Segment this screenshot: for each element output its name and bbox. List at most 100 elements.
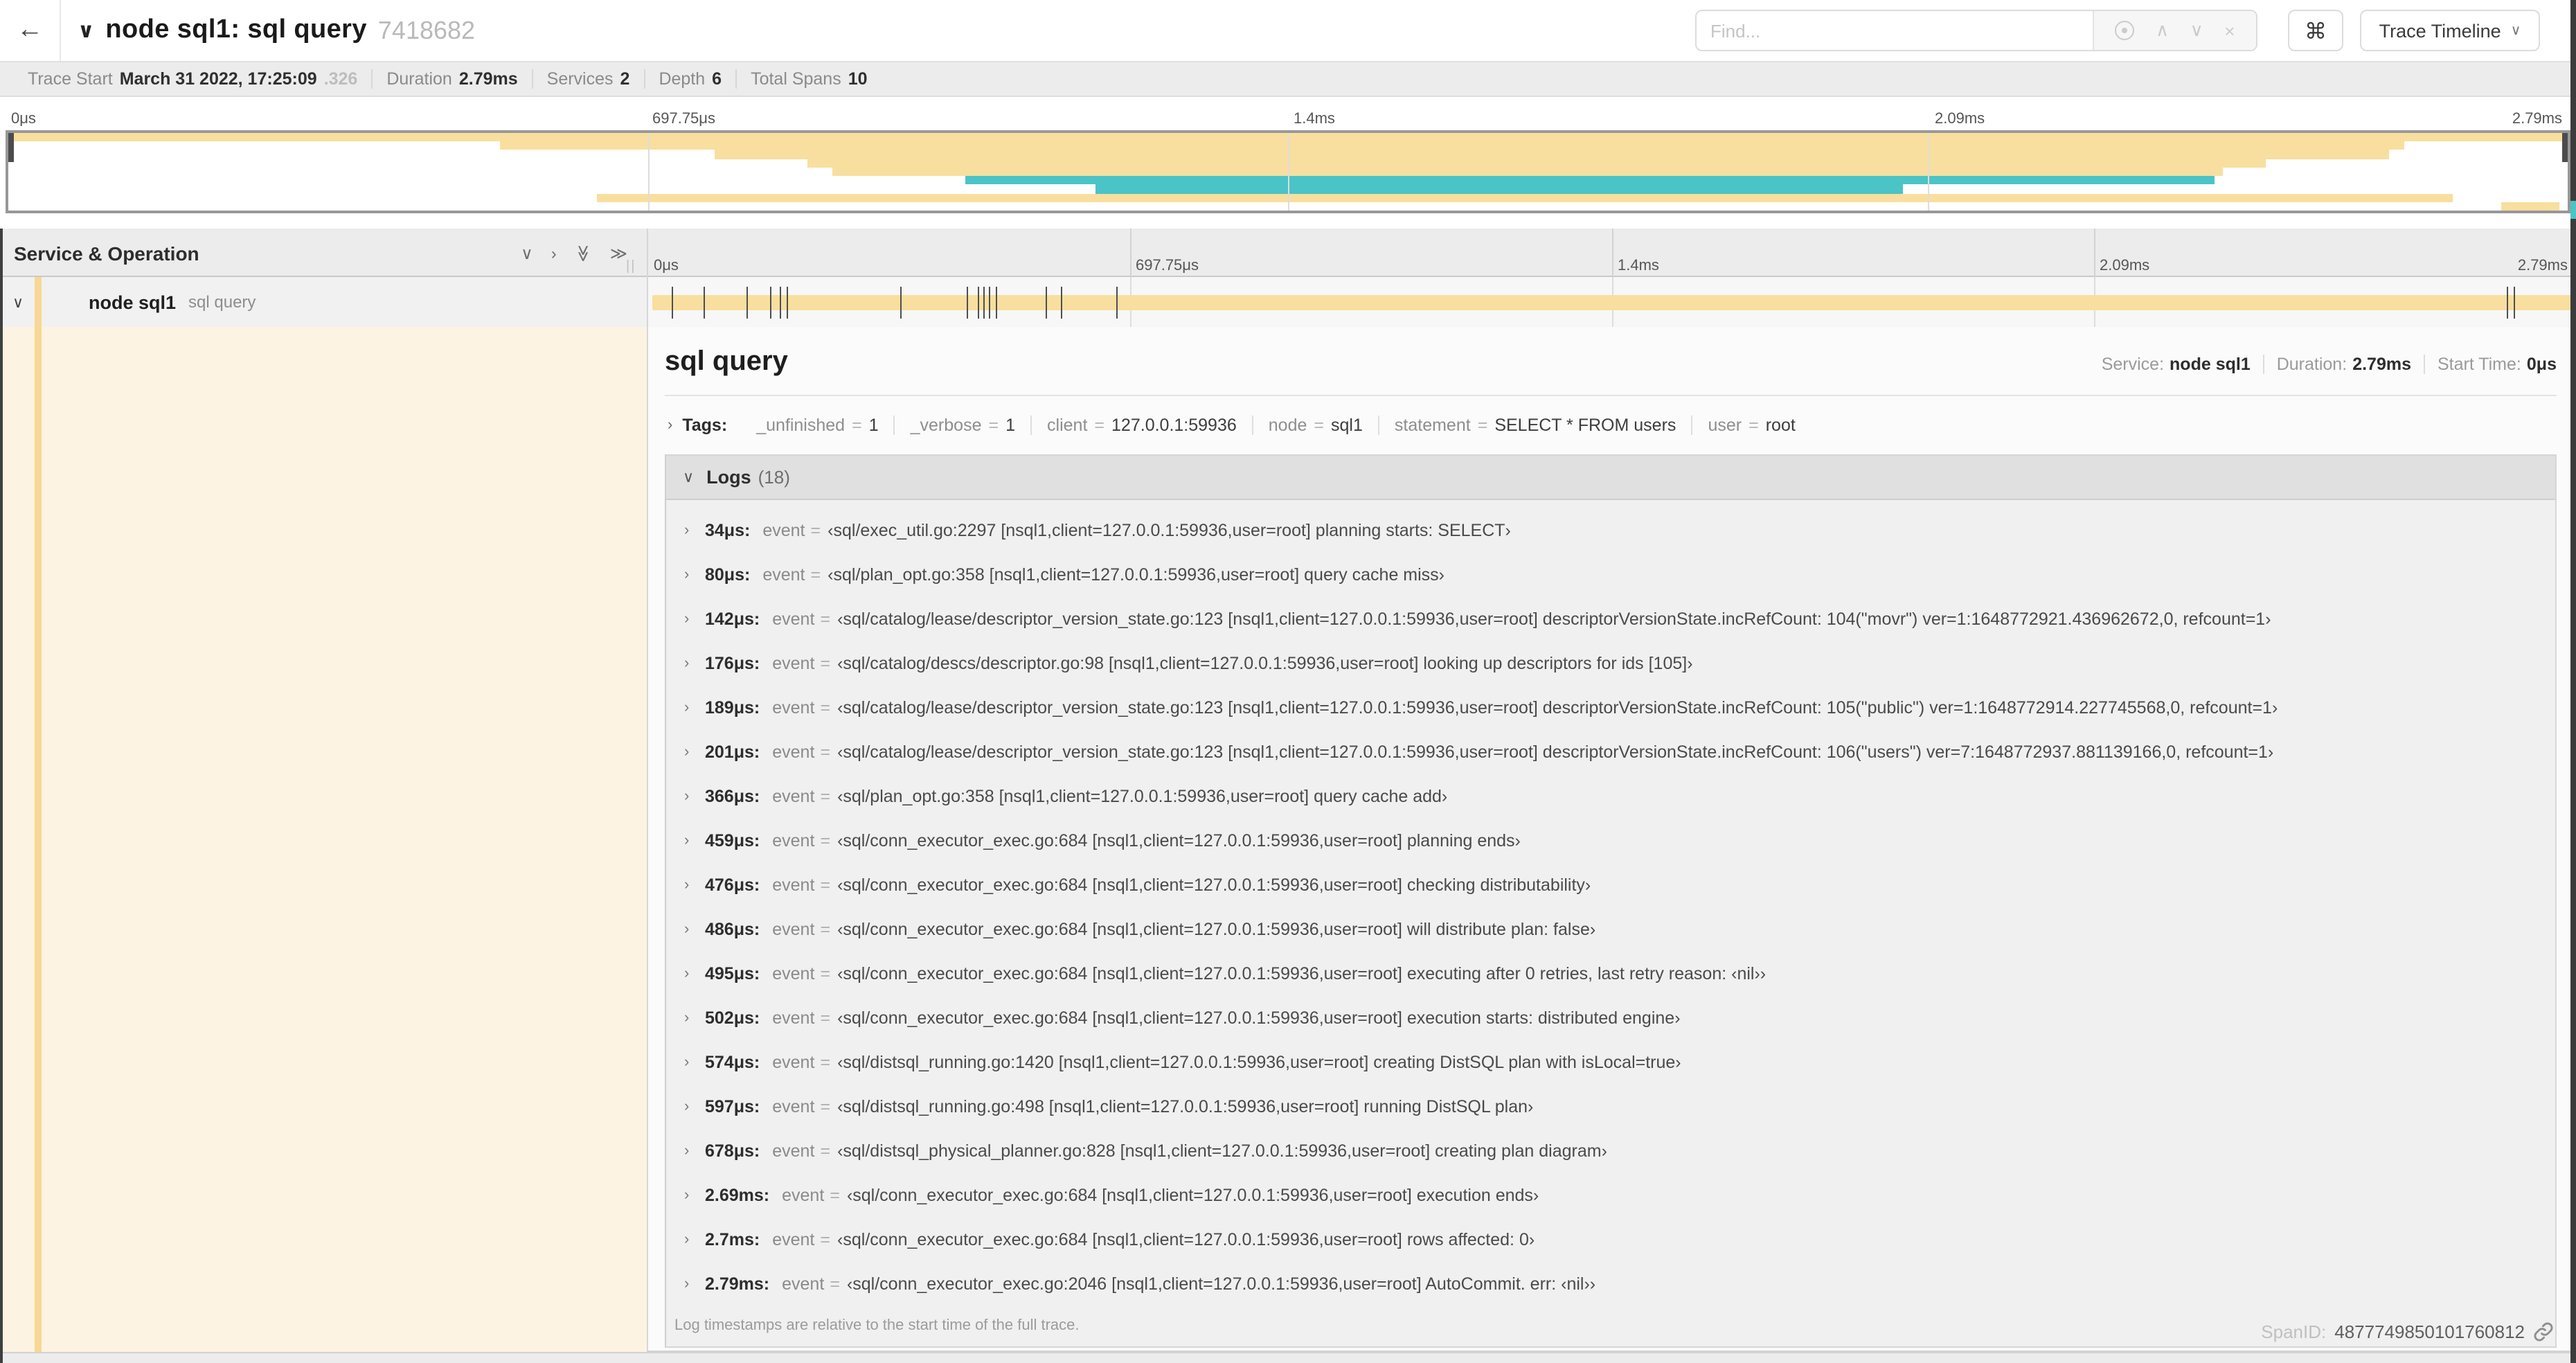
- match-case-icon[interactable]: [2115, 21, 2135, 40]
- log-equals: =: [820, 609, 831, 629]
- find-input[interactable]: [1697, 11, 2093, 50]
- log-marker[interactable]: [787, 287, 789, 319]
- log-row[interactable]: › 476μs: event = ‹sql/conn_executor_exec…: [666, 863, 2555, 907]
- log-chevron-right-icon[interactable]: ›: [684, 700, 705, 716]
- log-marker[interactable]: [989, 287, 991, 319]
- log-row[interactable]: › 366μs: event = ‹sql/plan_opt.go:358 [n…: [666, 774, 2555, 819]
- log-chevron-right-icon[interactable]: ›: [684, 965, 705, 982]
- expand-one-icon[interactable]: ›: [551, 243, 557, 262]
- log-chevron-right-icon[interactable]: ›: [684, 567, 705, 583]
- log-marker[interactable]: [983, 287, 985, 319]
- log-chevron-right-icon[interactable]: ›: [684, 1276, 705, 1292]
- span-detail-header: sql query Service: node sql1 Duration: 2.79…: [665, 346, 2557, 378]
- span-row-service-cell[interactable]: ∨ node sql1 sql query: [0, 277, 647, 327]
- log-row[interactable]: › 495μs: event = ‹sql/conn_executor_exec…: [666, 952, 2555, 996]
- tags-chevron-right-icon[interactable]: ›: [668, 417, 672, 434]
- log-chevron-right-icon[interactable]: ›: [684, 877, 705, 893]
- log-field-value: ‹sql/plan_opt.go:358 [nsql1,client=127.0…: [837, 787, 1448, 806]
- log-marker[interactable]: [900, 287, 902, 319]
- log-chevron-right-icon[interactable]: ›: [684, 788, 705, 805]
- log-chevron-right-icon[interactable]: ›: [684, 1143, 705, 1159]
- log-marker[interactable]: [746, 287, 748, 319]
- log-row[interactable]: › 201μs: event = ‹sql/catalog/lease/desc…: [666, 730, 2555, 774]
- log-row[interactable]: › 502μs: event = ‹sql/conn_executor_exec…: [666, 996, 2555, 1040]
- log-marker[interactable]: [1060, 287, 1062, 319]
- log-chevron-right-icon[interactable]: ›: [684, 1187, 705, 1204]
- log-field-key: event: [772, 654, 815, 673]
- log-chevron-right-icon[interactable]: ›: [684, 655, 705, 672]
- log-chevron-right-icon[interactable]: ›: [684, 1098, 705, 1115]
- find-prev-icon[interactable]: ∧: [2156, 19, 2169, 42]
- span-row-timeline-cell[interactable]: [648, 277, 2576, 327]
- collapse-one-icon[interactable]: ∨: [521, 243, 533, 262]
- span-duration-bar[interactable]: [652, 295, 2573, 310]
- log-row[interactable]: › 176μs: event = ‹sql/catalog/descs/desc…: [666, 641, 2555, 686]
- target-icon: [2115, 21, 2135, 40]
- log-marker[interactable]: [978, 287, 980, 319]
- log-row[interactable]: › 678μs: event = ‹sql/distsql_physical_p…: [666, 1129, 2555, 1173]
- log-field-key: event: [772, 609, 815, 629]
- log-marker[interactable]: [2514, 287, 2516, 319]
- log-field-key: event: [772, 831, 815, 850]
- log-chevron-right-icon[interactable]: ›: [684, 522, 705, 539]
- log-marker[interactable]: [671, 287, 673, 319]
- log-marker[interactable]: [704, 287, 706, 319]
- log-marker[interactable]: [769, 287, 771, 319]
- log-chevron-right-icon[interactable]: ›: [684, 921, 705, 938]
- find-clear-icon[interactable]: ×: [2224, 20, 2235, 41]
- link-icon[interactable]: [2533, 1321, 2554, 1342]
- title-chevron-down-icon[interactable]: ∨: [78, 18, 94, 43]
- log-row[interactable]: › 34μs: event = ‹sql/exec_util.go:2297 […: [666, 508, 2555, 553]
- expanded-row-left-column: [0, 327, 647, 1352]
- log-row[interactable]: › 189μs: event = ‹sql/catalog/lease/desc…: [666, 686, 2555, 730]
- back-button[interactable]: ←: [0, 0, 61, 61]
- log-chevron-right-icon[interactable]: ›: [684, 1010, 705, 1026]
- log-marker[interactable]: [779, 287, 781, 319]
- logs-header[interactable]: ∨ Logs (18): [666, 456, 2555, 500]
- right-scrollbar[interactable]: [2570, 0, 2576, 1363]
- log-marker[interactable]: [2506, 287, 2508, 319]
- find-box: ∧ ∨ ×: [1695, 10, 2257, 51]
- log-row[interactable]: › 2.7ms: event = ‹sql/conn_executor_exec…: [666, 1218, 2555, 1262]
- log-row[interactable]: › 2.69ms: event = ‹sql/conn_executor_exe…: [666, 1173, 2555, 1218]
- keyboard-shortcuts-button[interactable]: ⌘: [2288, 10, 2343, 51]
- minimap-right-drag-handle[interactable]: [2562, 133, 2568, 162]
- log-row[interactable]: › 142μs: event = ‹sql/catalog/lease/desc…: [666, 597, 2555, 641]
- trace-stat: Depth 6: [645, 69, 737, 89]
- log-field-key: event: [772, 1053, 815, 1072]
- log-field-key: event: [762, 521, 805, 540]
- log-row[interactable]: › 574μs: event = ‹sql/distsql_running.go…: [666, 1040, 2555, 1085]
- log-row[interactable]: › 486μs: event = ‹sql/conn_executor_exec…: [666, 907, 2555, 952]
- expand-all-icon[interactable]: ≫: [610, 243, 627, 262]
- minimap-canvas[interactable]: [6, 130, 2570, 213]
- log-chevron-right-icon[interactable]: ›: [684, 1231, 705, 1248]
- log-field-key: event: [772, 920, 815, 939]
- log-chevron-right-icon[interactable]: ›: [684, 1054, 705, 1071]
- tags-row[interactable]: › Tags: _unfinished = 1 _verbose = 1 cli…: [668, 410, 2557, 440]
- log-field-value: ‹sql/exec_util.go:2297 [nsql1,client=127…: [828, 521, 1511, 540]
- log-marker[interactable]: [995, 287, 997, 319]
- log-equals: =: [820, 1008, 831, 1028]
- stat-value: 2.79ms: [458, 69, 518, 89]
- log-marker[interactable]: [1045, 287, 1047, 319]
- log-timestamp: 34μs:: [705, 521, 751, 540]
- log-chevron-right-icon[interactable]: ›: [684, 832, 705, 849]
- log-chevron-right-icon[interactable]: ›: [684, 611, 705, 627]
- back-arrow-icon: ←: [17, 15, 43, 44]
- view-dropdown-button[interactable]: Trace Timeline ∨: [2360, 10, 2540, 51]
- collapse-all-icon[interactable]: ≫: [573, 244, 593, 261]
- column-resizer-handle[interactable]: ||: [626, 259, 636, 274]
- row-chevron-down-icon[interactable]: ∨: [0, 293, 36, 311]
- log-row[interactable]: › 80μs: event = ‹sql/plan_opt.go:358 [ns…: [666, 553, 2555, 597]
- log-row[interactable]: › 459μs: event = ‹sql/conn_executor_exec…: [666, 819, 2555, 863]
- log-row[interactable]: › 597μs: event = ‹sql/distsql_running.go…: [666, 1085, 2555, 1129]
- log-chevron-right-icon[interactable]: ›: [684, 744, 705, 760]
- log-marker[interactable]: [966, 287, 968, 319]
- find-next-icon[interactable]: ∨: [2190, 19, 2203, 42]
- log-row[interactable]: › 2.79ms: event = ‹sql/conn_executor_exe…: [666, 1262, 2555, 1306]
- log-field-key: event: [772, 875, 815, 895]
- minimap-left-drag-handle[interactable]: [8, 133, 14, 162]
- trace-stats-bar: Trace Start March 31 2022, 17:25:09 .326 Du…: [0, 61, 2576, 97]
- log-marker[interactable]: [1116, 287, 1118, 319]
- top-header: ← ∨ node sql1: sql query 7418682 ∧ ∨ × ⌘…: [0, 0, 2576, 61]
